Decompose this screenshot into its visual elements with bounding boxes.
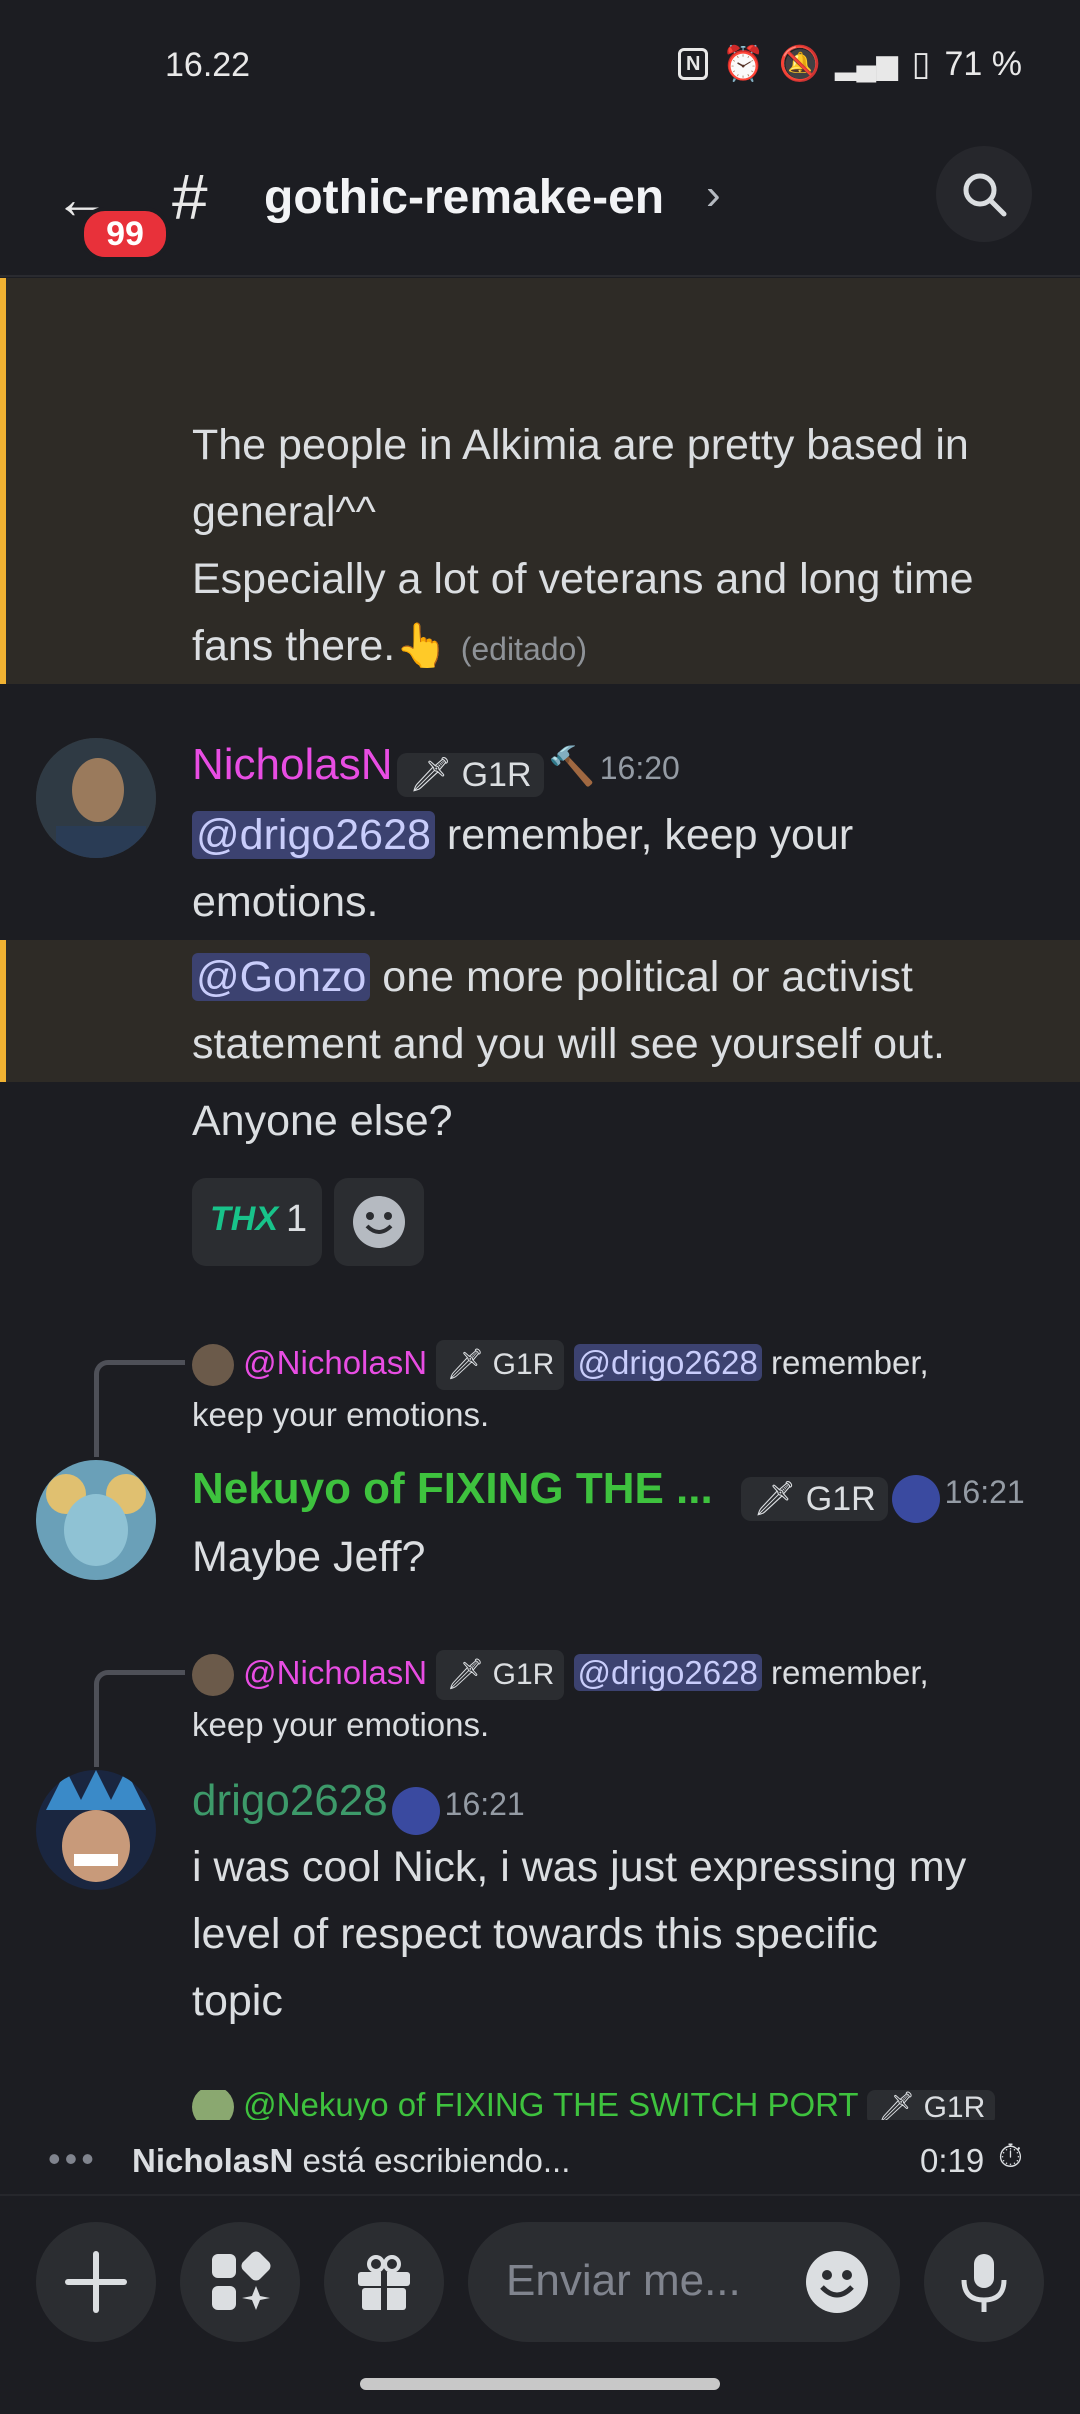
role-tag: 🗡 G1R [436,1340,565,1391]
username[interactable]: NicholasN [192,740,393,789]
message-content: @drigo2628 remember, keep your emotions. [192,811,854,926]
status-time: 16.22 [165,46,251,84]
emoji-icon [806,2251,868,2313]
message-header: Nekuyo of FIXING THE ... 🗡 G1R 16:21 [192,1464,1052,1523]
home-indicator[interactable] [360,2378,720,2390]
user-mention[interactable]: @drigo2628 [192,811,435,859]
user-mention: @drigo2628 [573,1654,762,1691]
edited-label: (editado) [460,631,587,667]
role-tag: 🗡 G1R [396,752,544,797]
timestamp: 16:21 [444,1786,525,1822]
apps-icon [212,2251,271,2310]
reply-connector [94,1670,185,1767]
avatar[interactable] [36,1460,156,1580]
message-input[interactable]: Enviar me... [468,2222,900,2342]
add-reaction-button[interactable] [334,1178,424,1266]
channel-hash-icon: # [172,161,208,233]
mute-icon: 🔕 [778,45,821,83]
nfc-icon: N [678,48,709,80]
role-tag: 🗡 G1R [741,1476,888,1521]
timestamp: 16:21 [944,1474,1025,1510]
emoji-icon [353,1196,405,1248]
status-bar: 16.22 N ⏰ 🔕 ▂▄▆ ▯ 71 % [0,0,1080,130]
avatar[interactable] [36,738,156,858]
channel-header: ← 99 # gothic-remake-en › [0,130,1080,277]
role-tag: 🗡 G1R [436,1650,565,1701]
reply-preview[interactable]: @NicholasN 🗡 G1R @drigo2628 remember, ke… [192,1648,1052,1750]
gift-icon [358,2255,410,2310]
avatar [192,1344,234,1387]
hammer-icon: 🔨 [547,746,596,788]
battery-level: 71 % [944,44,1023,83]
reply-preview[interactable]: @NicholasN 🗡 G1R @drigo2628 remember, ke… [192,1338,1052,1440]
message-content: @Gonzo one more political or activist st… [192,953,945,1068]
typing-indicator: ••• NicholasN está escribiendo... 0:19 ⏱ [0,2130,1080,2192]
message-content: Maybe Jeff? [192,1533,426,1581]
badge-icon [892,1474,941,1523]
avatar [192,1654,234,1697]
message-content: The people in Alkimia are pretty based i… [192,421,974,670]
voice-message-button[interactable] [924,2222,1044,2342]
user-mention[interactable]: @Gonzo [192,953,371,1001]
timestamp: 16:20 [599,750,680,786]
user-mention: @drigo2628 [573,1344,762,1381]
reply-connector [94,1360,185,1457]
timer-icon: ⏱ [998,2138,1023,2174]
search-icon [963,173,1007,217]
search-button[interactable] [936,146,1032,242]
typing-dots-icon: ••• [48,2138,98,2179]
mention-highlight-bar [0,278,6,684]
apps-button[interactable] [180,2222,300,2342]
username[interactable]: drigo2628 [192,1776,388,1825]
reaction-thx[interactable]: THX 1 [192,1178,322,1266]
chevron-right-icon[interactable]: › [706,170,721,220]
username[interactable]: Nekuyo of FIXING THE ... [192,1464,713,1513]
message-content: i was cool Nick, i was just expressing m… [192,1843,967,2025]
battery-icon: ▯ [911,45,931,83]
add-attachment-button[interactable] [36,2222,156,2342]
microphone-icon [961,2254,1007,2312]
unread-badge: 99 [80,207,170,261]
avatar[interactable] [36,1770,156,1890]
sword-icon: 🗡 [408,755,453,794]
signal-icon: ▂▄▆ [834,48,898,80]
gift-button[interactable] [324,2222,444,2342]
slowmode-timer: 0:19 [920,2142,985,2179]
role-tag: 🗡 G1R [867,2090,996,2120]
message-header: NicholasN 🗡 G1R 🔨 16:20 [192,740,680,797]
status-icons: N ⏰ 🔕 ▂▄▆ ▯ 71 % [678,44,1022,84]
avatar [192,2090,234,2120]
mention-highlight-bar [0,940,6,1082]
partial-reply: @Nekuyo of FIXING THE SWITCH PORT 🗡 G1R [0,2090,1080,2120]
badge-icon [392,1786,441,1835]
message-content: Anyone else? [192,1097,453,1145]
alarm-icon: ⏰ [722,45,765,83]
message-header: drigo2628 16:21 [192,1776,525,1835]
plus-icon [65,2251,127,2313]
channel-name[interactable]: gothic-remake-en [264,170,664,225]
